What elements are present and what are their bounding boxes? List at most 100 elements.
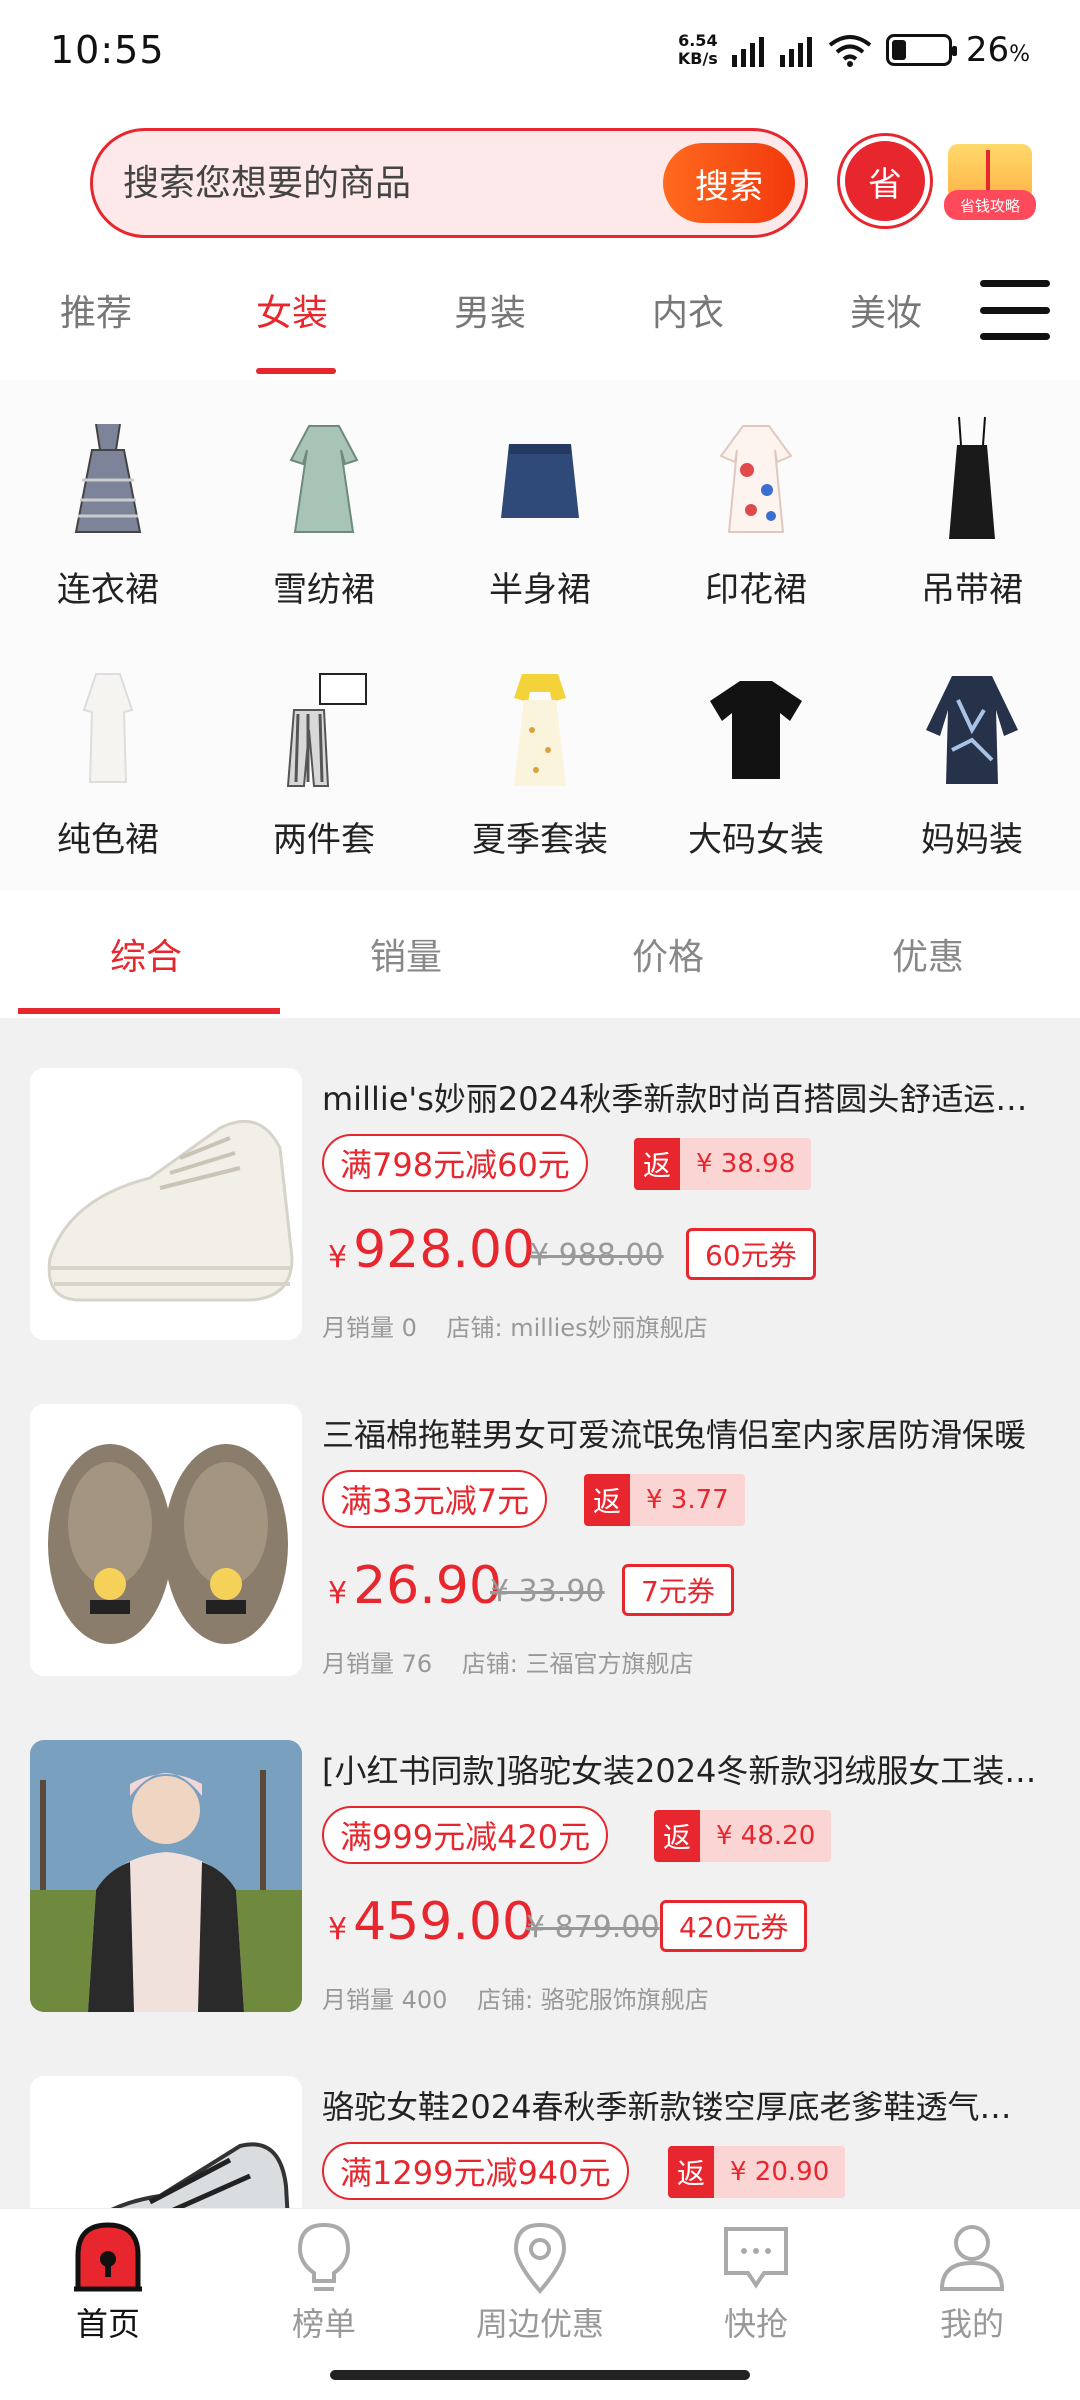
search-button[interactable]: 搜索 <box>663 143 795 223</box>
subcategory-print[interactable]: 印花裙 <box>648 380 864 630</box>
search-box[interactable]: 搜索 <box>90 128 808 238</box>
nav-nearby-deals[interactable]: 周边优惠 <box>432 2219 648 2345</box>
subcategory-slip[interactable]: 吊带裙 <box>864 380 1080 630</box>
dress-icon <box>43 410 173 550</box>
shop-name[interactable]: 店铺: 三福官方旗舰店 <box>462 1650 694 1678</box>
promo-badge: 满1299元减940元 <box>322 2142 629 2200</box>
tshirt-icon <box>691 660 821 800</box>
subcategory-plus-size[interactable]: 大码女装 <box>648 630 864 880</box>
active-tab-indicator <box>256 368 336 374</box>
sort-composite[interactable]: 综合 <box>110 928 182 980</box>
print-dress-icon <box>691 410 821 550</box>
subcategory-twopiece[interactable]: 两件套 <box>216 630 432 880</box>
nav-label: 周边优惠 <box>475 2305 604 2343</box>
sort-price[interactable]: 价格 <box>632 928 704 980</box>
sort-active-indicator <box>18 1008 280 1014</box>
subcategory-dress[interactable]: 连衣裙 <box>0 380 216 630</box>
coupon-badge[interactable]: 420元券 <box>660 1900 808 1952</box>
nav-label: 快抢 <box>723 2305 788 2343</box>
original-price: ¥ 33.90 <box>490 1574 605 1609</box>
price-value: 459.00 <box>353 1892 536 1952</box>
currency-symbol: ¥ <box>328 1240 348 1275</box>
subcategory-label: 雪纺裙 <box>273 570 375 610</box>
currency-symbol: ¥ <box>328 1576 348 1611</box>
product-card[interactable]: 骆驼女鞋2024春秋季新款镂空厚底老爹鞋透气运动鞋 满1299元减940元 返 … <box>0 2046 1080 2208</box>
home-icon <box>74 2222 142 2292</box>
shop-name[interactable]: 店铺: millies妙丽旗舰店 <box>447 1314 708 1342</box>
rebate-tag: 返 <box>584 1474 630 1526</box>
chiffon-dress-icon <box>259 410 389 550</box>
coupon-badge[interactable]: 60元券 <box>686 1228 816 1280</box>
signal-icon <box>731 33 766 67</box>
product-card[interactable]: [小红书同款]骆驼女装2024冬新款羽绒服女工装外套 满999元减420元 返 … <box>0 1710 1080 2014</box>
nav-flash-sale[interactable]: 快抢 <box>648 2219 864 2345</box>
product-meta: 月销量 0 店铺: millies妙丽旗舰店 <box>322 1308 708 1343</box>
rebate-badge: 返 ¥ 3.77 <box>584 1474 745 1526</box>
subcategory-label: 连衣裙 <box>57 570 159 610</box>
promo-badge: 满999元减420元 <box>322 1806 609 1864</box>
nav-profile[interactable]: 我的 <box>864 2219 1080 2345</box>
rebate-amount: ¥ 20.90 <box>714 2146 846 2198</box>
mom-wear-icon <box>907 660 1037 800</box>
promo-badge: 满33元减7元 <box>322 1470 548 1528</box>
product-image-sneaker[interactable] <box>30 1068 302 1340</box>
location-pin-icon <box>513 2222 567 2295</box>
product-price: ¥ 26.90 <box>328 1556 502 1616</box>
rebate-tag: 返 <box>634 1138 680 1190</box>
original-price: ¥ 879.00 <box>526 1910 660 1945</box>
nav-label: 首页 <box>75 2305 140 2343</box>
price-value: 928.00 <box>353 1220 536 1280</box>
menu-icon[interactable] <box>980 280 1050 340</box>
subcategory-chiffon[interactable]: 雪纺裙 <box>216 380 432 630</box>
wifi-icon <box>828 35 872 67</box>
net-speed-unit: KB/s <box>677 49 718 68</box>
status-icons: 6.54 KB/s 26% <box>678 30 1030 70</box>
rebate-amount: ¥ 48.20 <box>700 1810 832 1862</box>
slip-dress-icon <box>907 410 1037 550</box>
signal-icon-2 <box>779 33 814 67</box>
tab-womens[interactable]: 女装 <box>256 284 328 336</box>
product-title[interactable]: [小红书同款]骆驼女装2024冬新款羽绒服女工装外套 <box>322 1746 1042 1792</box>
denim-skirt-icon <box>475 410 605 550</box>
nav-home[interactable]: 首页 <box>0 2219 216 2345</box>
tab-recommend[interactable]: 推荐 <box>60 284 132 336</box>
net-speed-value: 6.54 <box>678 31 718 50</box>
product-title[interactable]: 三福棉拖鞋男女可爱流氓兔情侣室内家居防滑保暖 <box>322 1410 1042 1456</box>
subcategory-mom[interactable]: 妈妈装 <box>864 630 1080 880</box>
shop-name[interactable]: 店铺: 骆驼服饰旗舰店 <box>477 1986 709 2014</box>
save-money-icon[interactable]: 省 <box>840 136 930 226</box>
subcategory-skirt[interactable]: 半身裙 <box>432 380 648 630</box>
product-title[interactable]: 骆驼女鞋2024春秋季新款镂空厚底老爹鞋透气运动鞋 <box>322 2082 1042 2128</box>
home-indicator[interactable] <box>330 2370 750 2380</box>
product-image-jacket[interactable] <box>30 1740 302 2012</box>
search-input[interactable] <box>123 162 643 204</box>
subcategory-summer-set[interactable]: 夏季套装 <box>432 630 648 880</box>
tab-mens[interactable]: 男装 <box>454 284 526 336</box>
sort-discount[interactable]: 优惠 <box>892 928 964 980</box>
product-image-chunky-sneaker[interactable] <box>30 2076 302 2208</box>
subcategory-solid[interactable]: 纯色裙 <box>0 630 216 880</box>
money-saving-guide-button[interactable]: 省钱攻略 <box>944 144 1036 224</box>
original-price: ¥ 988.00 <box>530 1238 664 1273</box>
product-meta: 月销量 76 店铺: 三福官方旗舰店 <box>322 1644 694 1679</box>
tab-underwear[interactable]: 内衣 <box>652 284 724 336</box>
coupon-badge[interactable]: 7元券 <box>622 1564 734 1616</box>
subcategory-label: 吊带裙 <box>921 570 1023 610</box>
rebate-badge: 返 ¥ 38.98 <box>634 1138 812 1190</box>
chat-bubble-icon <box>724 2227 788 2289</box>
tab-beauty[interactable]: 美妆 <box>850 284 922 336</box>
product-image-slippers[interactable] <box>30 1404 302 1676</box>
product-title[interactable]: millie's妙丽2024秋季新款时尚百搭圆头舒适运动鞋女 <box>322 1074 1042 1120</box>
sort-sales[interactable]: 销量 <box>370 928 442 980</box>
status-time: 10:55 <box>50 28 165 72</box>
product-card[interactable]: millie's妙丽2024秋季新款时尚百搭圆头舒适运动鞋女 满798元减60元… <box>0 1038 1080 1342</box>
battery-icon <box>885 34 957 66</box>
subcategory-label: 夏季套装 <box>472 820 608 860</box>
subcategory-label: 大码女装 <box>688 820 824 860</box>
product-card[interactable]: 三福棉拖鞋男女可爱流氓兔情侣室内家居防滑保暖 满33元减7元 返 ¥ 3.77 … <box>0 1374 1080 1678</box>
subcategory-label: 印花裙 <box>705 570 807 610</box>
nav-ranking[interactable]: 榜单 <box>216 2219 432 2345</box>
rebate-amount: ¥ 3.77 <box>630 1474 745 1526</box>
solid-dress-icon <box>43 660 173 800</box>
rebate-amount: ¥ 38.98 <box>680 1138 812 1190</box>
